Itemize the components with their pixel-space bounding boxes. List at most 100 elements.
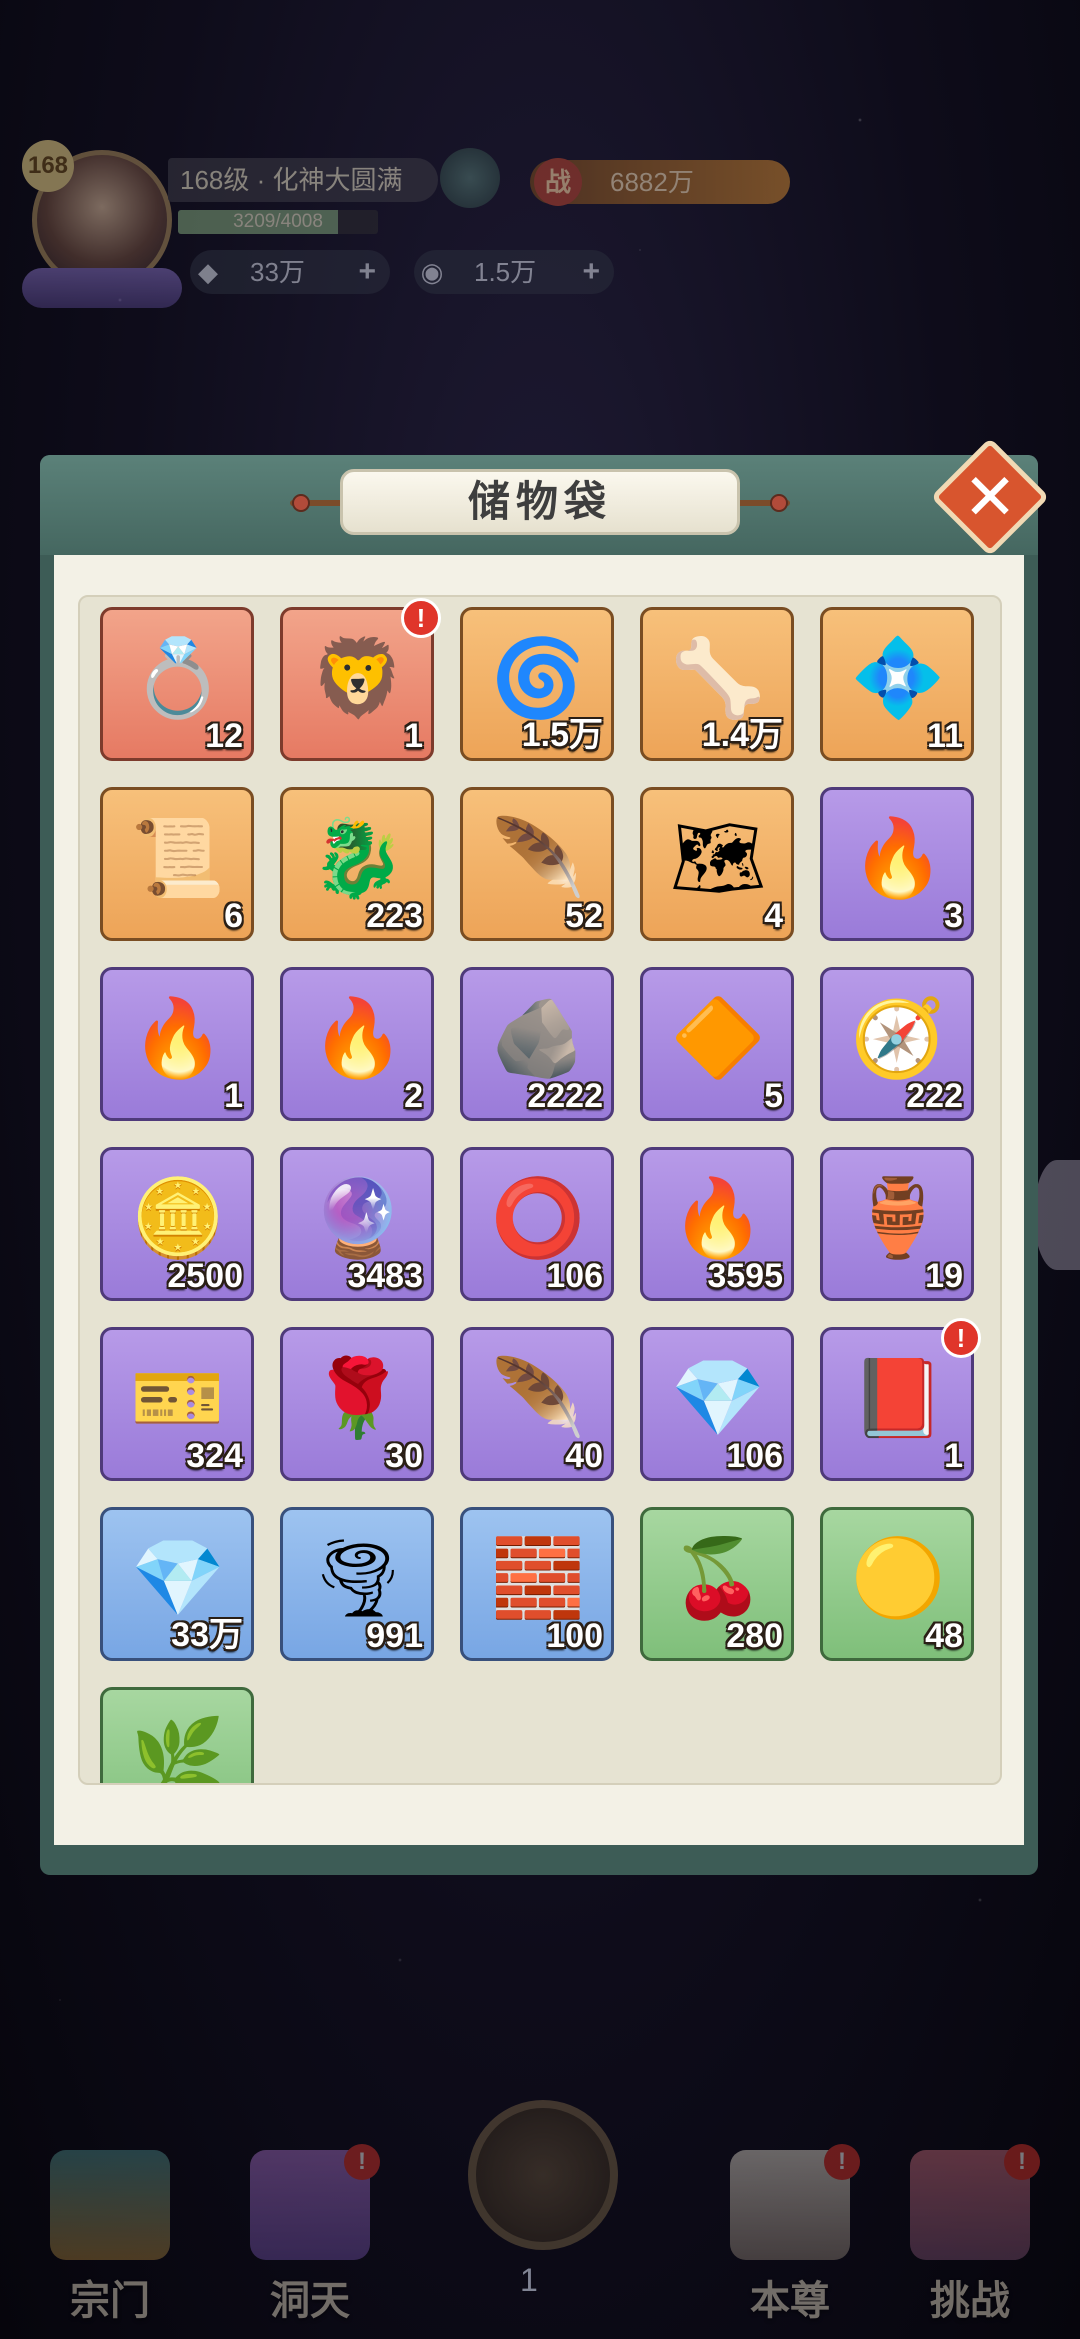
- battle-icon: 战: [534, 158, 582, 206]
- nav-label-challenge: 挑战: [930, 2279, 1010, 2323]
- currency-spirit-coin: ◉ 1.5万 +: [414, 250, 614, 294]
- item-slot[interactable]: 🎫 324: [100, 1327, 254, 1481]
- item-quantity: 11: [927, 717, 963, 755]
- side-tab-handle[interactable]: [1034, 1160, 1080, 1270]
- item-quantity: 5: [764, 1077, 783, 1115]
- alert-badge: !: [941, 1318, 981, 1358]
- item-quantity: 2500: [167, 1257, 243, 1295]
- level-badge: 168: [22, 140, 74, 192]
- item-quantity: 223: [366, 897, 423, 935]
- nav-alert-badge: !: [824, 2144, 860, 2180]
- item-quantity: 48: [925, 1617, 963, 1655]
- exp-text: 3209/4008: [233, 211, 323, 232]
- green-flame-icon: 🔥: [850, 816, 946, 901]
- item-slot[interactable]: 🌿: [100, 1687, 254, 1785]
- item-quantity: 3595: [707, 1257, 783, 1295]
- item-quantity: 324: [186, 1437, 243, 1475]
- item-slot[interactable]: 🌪 991: [280, 1507, 434, 1661]
- close-icon[interactable]: ✕: [948, 455, 1032, 539]
- spirit-coin-icon: ◉: [420, 257, 444, 287]
- center-action-count: 1: [520, 2262, 538, 2298]
- item-quantity: 106: [726, 1437, 783, 1475]
- item-slot[interactable]: 🗺 4: [640, 787, 794, 941]
- item-slot[interactable]: 🔥 2: [280, 967, 434, 1121]
- item-slot[interactable]: ⭕ 106: [460, 1147, 614, 1301]
- item-quantity: 1.4万: [701, 716, 783, 754]
- item-slot[interactable]: 🔥 1: [100, 967, 254, 1121]
- storage-bag-panel: 储物袋 ✕ 💍 12 🦁 1! 🌀 1.5万 🦴 1.4万 💠 11 📜 6 🐉 223 🪶 52 🗺 4 🔥 3 🔥 1…: [40, 437, 1050, 1875]
- nav-alert-badge: !: [1004, 2144, 1040, 2180]
- item-slot[interactable]: 🟡 48: [820, 1507, 974, 1661]
- item-slot[interactable]: 💠 11: [820, 607, 974, 761]
- item-slot[interactable]: 🔥 3595: [640, 1147, 794, 1301]
- item-quantity: 100: [546, 1617, 603, 1655]
- exp-bar: 3209/4008: [178, 210, 378, 234]
- item-quantity: 30: [385, 1437, 423, 1475]
- item-slot[interactable]: 🔮 3483: [280, 1147, 434, 1301]
- item-quantity: 1: [404, 717, 423, 755]
- green-leaf-icon: 🌿: [130, 1716, 226, 1785]
- realm-level-label: 168级 · 化神大圆满: [168, 158, 438, 202]
- item-slot[interactable]: 🌀 1.5万: [460, 607, 614, 761]
- item-slot[interactable]: 🔥 3: [820, 787, 974, 941]
- item-slot[interactable]: 🍒 280: [640, 1507, 794, 1661]
- purple-book-icon: 📕: [850, 1356, 946, 1441]
- knot-left: [292, 494, 310, 512]
- player-hud: 168 168级 · 化神大圆满 3209/4008 战 6882万 ◆ 33万…: [0, 0, 1080, 308]
- red-flame-icon: 🔥: [310, 996, 406, 1081]
- nav-label-cave: 洞天: [270, 2279, 350, 2323]
- item-quantity: 1.5万: [521, 716, 603, 754]
- item-quantity: 991: [366, 1617, 423, 1655]
- diamond-value: 33万: [250, 257, 305, 287]
- add-spirit-coin-button[interactable]: +: [582, 250, 600, 294]
- item-slot[interactable]: 🐉 223: [280, 787, 434, 941]
- item-slot[interactable]: 🦴 1.4万: [640, 607, 794, 761]
- knot-right: [770, 494, 788, 512]
- item-slot[interactable]: 🪨 2222: [460, 967, 614, 1121]
- item-quantity: 3483: [347, 1257, 423, 1295]
- item-quantity: 106: [546, 1257, 603, 1295]
- item-slot[interactable]: 💎 106: [640, 1327, 794, 1481]
- item-slot[interactable]: 💍 12: [100, 607, 254, 761]
- nav-item-challenge[interactable]: ! 挑战: [880, 2144, 1060, 2323]
- add-diamond-button[interactable]: +: [358, 250, 376, 294]
- spirit-beast-icon[interactable]: [440, 148, 500, 208]
- item-quantity: 222: [906, 1077, 963, 1115]
- lion-armor-icon: 🦁: [310, 636, 406, 721]
- gold-crystal-icon: 🔶: [670, 996, 766, 1081]
- item-slot[interactable]: 🪙 2500: [100, 1147, 254, 1301]
- item-slot[interactable]: 🦁 1!: [280, 598, 441, 761]
- nav-item-sect[interactable]: 宗门: [20, 2150, 200, 2323]
- item-slot[interactable]: 🌹 30: [280, 1327, 434, 1481]
- center-action-button[interactable]: [468, 2100, 618, 2250]
- item-slot[interactable]: 🧱 100: [460, 1507, 614, 1661]
- item-slot[interactable]: 📕 1!: [820, 1318, 981, 1481]
- item-quantity: 40: [565, 1437, 603, 1475]
- combat-power-value: 6882万: [610, 167, 694, 197]
- item-slot[interactable]: 💎 33万: [100, 1507, 254, 1661]
- item-slot[interactable]: 🏺 19: [820, 1147, 974, 1301]
- item-quantity: 19: [925, 1257, 963, 1295]
- sect-gate-icon: [50, 2150, 170, 2260]
- nav-item-hero[interactable]: ! 本尊: [700, 2144, 880, 2323]
- item-quantity: 6: [224, 897, 243, 935]
- item-quantity: 2222: [527, 1077, 603, 1115]
- item-slot[interactable]: 🪶 40: [460, 1327, 614, 1481]
- nav-item-cave[interactable]: ! 洞天: [220, 2144, 400, 2323]
- item-quantity: 3: [944, 897, 963, 935]
- item-slot[interactable]: 🧭 222: [820, 967, 974, 1121]
- scroll-map-icon: 🗺: [669, 816, 767, 901]
- item-quantity: 1: [944, 1437, 963, 1475]
- item-quantity: 12: [205, 717, 243, 755]
- item-quantity: 52: [565, 897, 603, 935]
- item-quantity: 1: [224, 1077, 243, 1115]
- nav-label-hero: 本尊: [750, 2279, 830, 2323]
- player-avatar[interactable]: 168: [22, 140, 182, 308]
- item-grid-area[interactable]: 💍 12 🦁 1! 🌀 1.5万 🦴 1.4万 💠 11 📜 6 🐉 223 🪶 52 🗺 4 🔥 3 🔥 1 🔥 2 🪨 222…: [78, 595, 1002, 1785]
- diamond-icon: ◆: [198, 257, 218, 287]
- item-quantity: 33万: [171, 1616, 243, 1654]
- item-slot[interactable]: 🔶 5: [640, 967, 794, 1121]
- item-slot[interactable]: 🪶 52: [460, 787, 614, 941]
- spirit-coin-value: 1.5万: [474, 257, 537, 287]
- item-slot[interactable]: 📜 6: [100, 787, 254, 941]
